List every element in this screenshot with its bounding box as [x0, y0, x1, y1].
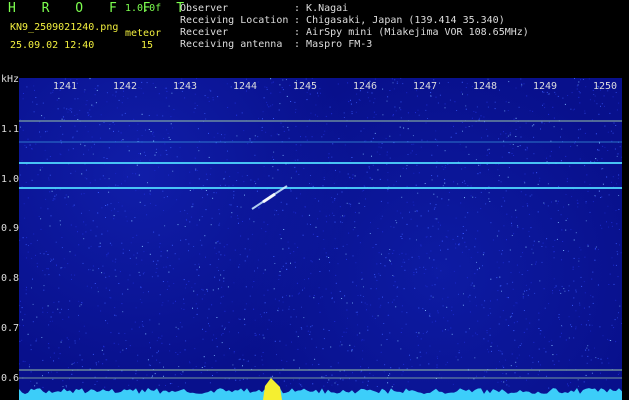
count-value: 15: [141, 40, 154, 51]
y-tick-label: 1.1: [1, 124, 20, 135]
info-separator: :: [294, 15, 307, 26]
y-tick-label: 0.6: [1, 373, 20, 384]
meteor-echo-head: [262, 192, 276, 204]
axis-unit-label: kHz: [1, 74, 20, 85]
info-key: Receiving Location: [180, 15, 289, 26]
mode-label: meteor: [125, 28, 162, 39]
x-tick-label: 1242: [112, 81, 138, 92]
x-tick-label: 1245: [292, 81, 318, 92]
station-info: Observer: K.Nagai Receiving Location: Ch…: [180, 3, 529, 51]
app-version: 1.0.0f: [125, 3, 162, 14]
info-value: Maspro FM-3: [306, 39, 373, 50]
info-key: Receiver: [180, 27, 229, 38]
info-separator: :: [294, 39, 307, 50]
info-row-observer: Observer: K.Nagai: [180, 3, 529, 15]
app-title: H R O F F T: [8, 1, 194, 16]
x-tick-label: 1241: [52, 81, 78, 92]
x-tick-label: 1250: [592, 81, 618, 92]
carrier-peak: [263, 378, 282, 400]
info-key: Receiving antenna: [180, 39, 283, 50]
info-separator: :: [294, 3, 307, 14]
y-tick-label: 1.0: [1, 174, 20, 185]
header-panel: H R O F F T 1.0.0f KN9_2509021240.png me…: [0, 0, 629, 75]
y-tick-label: 0.7: [1, 323, 20, 334]
info-value: Chigasaki, Japan (139.414 35.340): [306, 15, 505, 26]
noise-layer: [19, 78, 622, 389]
info-value: K.Nagai: [306, 3, 349, 14]
info-key: Observer: [180, 3, 229, 14]
x-tick-label: 1246: [352, 81, 378, 92]
info-row-antenna: Receiving antenna: Maspro FM-3: [180, 39, 529, 51]
info-row-location: Receiving Location: Chigasaki, Japan (13…: [180, 15, 529, 27]
info-separator: :: [294, 27, 307, 38]
x-tick-label: 1244: [232, 81, 258, 92]
x-tick-label: 1248: [472, 81, 498, 92]
spectrogram-canvas: [19, 78, 622, 400]
y-tick-label: 0.9: [1, 223, 20, 234]
x-tick-label: 1249: [532, 81, 558, 92]
info-row-receiver: Receiver: AirSpy mini (Miakejima VOR 108…: [180, 27, 529, 39]
y-tick-label: 0.8: [1, 273, 20, 284]
file-name: KN9_2509021240.png: [10, 22, 119, 33]
info-value: AirSpy mini (Miakejima VOR 108.65MHz): [306, 27, 529, 38]
date-time: 25.09.02 12:40: [10, 40, 95, 51]
spectrogram: [19, 78, 622, 400]
baseline-spectrum: [19, 388, 622, 400]
x-tick-label: 1247: [412, 81, 438, 92]
x-tick-label: 1243: [172, 81, 198, 92]
